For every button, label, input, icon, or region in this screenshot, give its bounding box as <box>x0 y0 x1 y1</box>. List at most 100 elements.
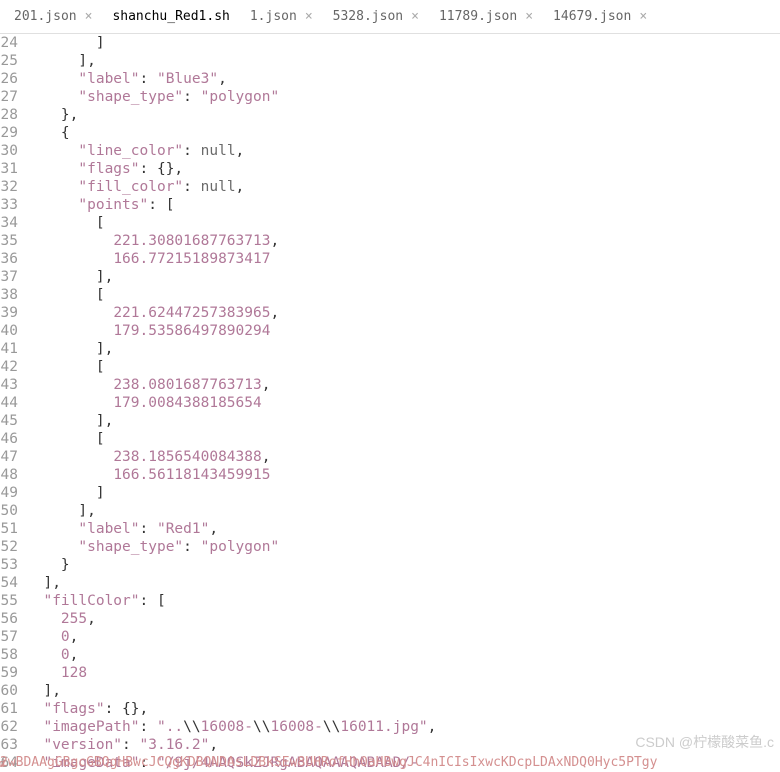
close-icon[interactable]: × <box>525 9 533 24</box>
line-number: 42 <box>0 358 18 376</box>
code-line[interactable]: ] <box>26 484 780 502</box>
tab-label: 5328.json <box>333 9 403 24</box>
tab-5328-json[interactable]: 5328.json × <box>323 0 429 33</box>
code-line[interactable]: 0, <box>26 646 780 664</box>
code-line[interactable]: 238.1856540084388, <box>26 448 780 466</box>
code-line[interactable]: }, <box>26 106 780 124</box>
close-icon[interactable]: × <box>639 9 647 24</box>
code-line[interactable]: ], <box>26 268 780 286</box>
code-line[interactable]: "flags": {}, <box>26 700 780 718</box>
line-number: 60 <box>0 682 18 700</box>
line-number: 37 <box>0 268 18 286</box>
line-number: 59 <box>0 664 18 682</box>
code-line[interactable]: 255, <box>26 610 780 628</box>
code-line[interactable]: "fill_color": null, <box>26 178 780 196</box>
line-number: 40 <box>0 322 18 340</box>
code-line[interactable]: 179.53586497890294 <box>26 322 780 340</box>
code-line[interactable]: { <box>26 124 780 142</box>
code-line[interactable]: 128 <box>26 664 780 682</box>
code-line[interactable]: "shape_type": "polygon" <box>26 88 780 106</box>
line-number: 36 <box>0 250 18 268</box>
close-icon[interactable]: × <box>85 9 93 24</box>
line-number: 24 <box>0 34 18 52</box>
code-line[interactable]: 221.62447257383965, <box>26 304 780 322</box>
line-number: 52 <box>0 538 18 556</box>
line-number: 34 <box>0 214 18 232</box>
code-line[interactable]: ], <box>26 502 780 520</box>
code-line[interactable]: 238.0801687763713, <box>26 376 780 394</box>
line-number: 45 <box>0 412 18 430</box>
line-number: 29 <box>0 124 18 142</box>
line-number: 28 <box>0 106 18 124</box>
line-number: 38 <box>0 286 18 304</box>
code-line[interactable]: 0, <box>26 628 780 646</box>
tab-label: shanchu_Red1.sh <box>112 9 229 24</box>
code-line[interactable]: } <box>26 556 780 574</box>
line-number: 48 <box>0 466 18 484</box>
line-number: 53 <box>0 556 18 574</box>
code-line[interactable]: [ <box>26 286 780 304</box>
code-line[interactable]: "fillColor": [ <box>26 592 780 610</box>
code-line[interactable]: "label": "Blue3", <box>26 70 780 88</box>
line-number: 25 <box>0 52 18 70</box>
line-number: 54 <box>0 574 18 592</box>
line-number: 27 <box>0 88 18 106</box>
line-number: 47 <box>0 448 18 466</box>
line-number: 51 <box>0 520 18 538</box>
line-number: 56 <box>0 610 18 628</box>
code-line[interactable]: ], <box>26 682 780 700</box>
code-line[interactable]: ], <box>26 52 780 70</box>
tab-1-json[interactable]: 1.json × <box>240 0 323 33</box>
tab-label: 201.json <box>14 9 77 24</box>
code-line[interactable]: "line_color": null, <box>26 142 780 160</box>
code-content[interactable]: ] ], "label": "Blue3", "shape_type": "po… <box>26 34 780 772</box>
line-number: 32 <box>0 178 18 196</box>
code-line[interactable]: "points": [ <box>26 196 780 214</box>
code-line[interactable]: 179.0084388185654 <box>26 394 780 412</box>
tab-label: 1.json <box>250 9 297 24</box>
code-line[interactable]: ], <box>26 340 780 358</box>
code-line[interactable]: "shape_type": "polygon" <box>26 538 780 556</box>
close-icon[interactable]: × <box>411 9 419 24</box>
tab-14679-json[interactable]: 14679.json × <box>543 0 657 33</box>
csdn-watermark: CSDN @柠檬酸菜鱼.c <box>635 732 774 752</box>
line-number: 31 <box>0 160 18 178</box>
code-line[interactable]: ], <box>26 412 780 430</box>
line-number: 26 <box>0 70 18 88</box>
tab-11789-json[interactable]: 11789.json × <box>429 0 543 33</box>
line-number: 30 <box>0 142 18 160</box>
line-number: 63 <box>0 736 18 754</box>
base64-cutoff-text: 2wBDAAgGBgcGBQgHBwcJCQgKDBQNDAsLDBkSEw8U… <box>0 755 657 770</box>
code-line[interactable]: [ <box>26 358 780 376</box>
line-number: 62 <box>0 718 18 736</box>
code-line[interactable]: ] <box>26 34 780 52</box>
line-number: 49 <box>0 484 18 502</box>
line-number: 46 <box>0 430 18 448</box>
line-number: 35 <box>0 232 18 250</box>
tab-bar: 201.json×shanchu_Red1.sh1.json×5328.json… <box>0 0 780 34</box>
line-number: 61 <box>0 700 18 718</box>
tab-shanchu_Red1-sh[interactable]: shanchu_Red1.sh <box>102 0 239 33</box>
code-line[interactable]: 221.30801687763713, <box>26 232 780 250</box>
line-number: 58 <box>0 646 18 664</box>
tab-label: 14679.json <box>553 9 631 24</box>
tab-201-json[interactable]: 201.json × <box>4 0 102 33</box>
line-number: 33 <box>0 196 18 214</box>
code-line[interactable]: [ <box>26 430 780 448</box>
code-line[interactable]: "label": "Red1", <box>26 520 780 538</box>
code-line[interactable]: 166.56118143459915 <box>26 466 780 484</box>
line-gutter: 2425262728293031323334353637383940414243… <box>0 34 26 772</box>
code-line[interactable]: "flags": {}, <box>26 160 780 178</box>
code-line[interactable]: ], <box>26 574 780 592</box>
line-number: 43 <box>0 376 18 394</box>
line-number: 50 <box>0 502 18 520</box>
line-number: 57 <box>0 628 18 646</box>
close-icon[interactable]: × <box>305 9 313 24</box>
code-line[interactable]: 166.77215189873417 <box>26 250 780 268</box>
code-line[interactable]: [ <box>26 214 780 232</box>
line-number: 39 <box>0 304 18 322</box>
line-number: 55 <box>0 592 18 610</box>
tab-label: 11789.json <box>439 9 517 24</box>
line-number: 44 <box>0 394 18 412</box>
code-editor[interactable]: 2425262728293031323334353637383940414243… <box>0 34 780 772</box>
